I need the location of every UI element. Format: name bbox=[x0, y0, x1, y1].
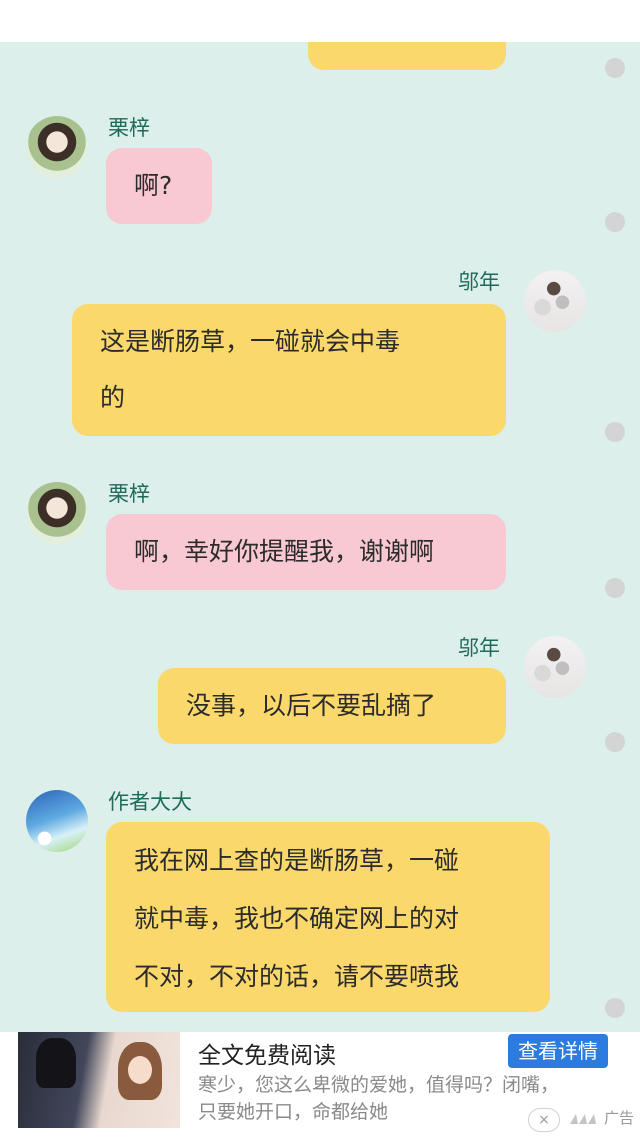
avatar[interactable] bbox=[26, 116, 88, 178]
message-bubble[interactable]: 这是断肠草，一碰就会中毒 的 bbox=[72, 304, 506, 436]
scroll-indicator bbox=[605, 212, 625, 232]
sender-name: 栗梓 bbox=[108, 482, 150, 506]
ad-description-line: 寒少，您这么卑微的爱她，值得吗？闭嘴， bbox=[198, 1074, 560, 1096]
message-bubble[interactable]: 啊，幸好你提醒我，谢谢啊 bbox=[106, 514, 506, 590]
message-text-line: 这是断肠草，一碰就会中毒 bbox=[100, 327, 401, 356]
sender-name: 作者大大 bbox=[108, 790, 192, 814]
scroll-indicator bbox=[605, 578, 625, 598]
scroll-indicator bbox=[605, 732, 625, 752]
avatar[interactable] bbox=[26, 482, 88, 544]
ad-figure-face bbox=[128, 1056, 152, 1084]
chat-area[interactable]: 栗梓 啊? 邬年 这是断肠草，一碰就会中毒 的 栗梓 啊，幸好你提醒我，谢谢啊 … bbox=[0, 42, 640, 1032]
sender-name: 邬年 bbox=[458, 270, 500, 294]
ad-banner[interactable]: 全文免费阅读 查看详情 寒少，您这么卑微的爱她，值得吗？闭嘴， 只要她开口，命都… bbox=[0, 1032, 640, 1138]
message-text-line: 就中毒，我也不确定网上的对 bbox=[134, 904, 460, 933]
ad-thumbnail[interactable] bbox=[18, 1032, 180, 1128]
ad-figure-male bbox=[36, 1038, 76, 1088]
scroll-indicator bbox=[605, 58, 625, 78]
message-text: 没事，以后不要乱摘了 bbox=[186, 691, 437, 720]
message-bubble[interactable]: 啊? bbox=[106, 148, 212, 224]
close-icon[interactable]: × bbox=[528, 1108, 560, 1132]
ad-logo-icon bbox=[568, 1110, 602, 1129]
scroll-indicator bbox=[605, 422, 625, 442]
sender-name: 栗梓 bbox=[108, 116, 150, 140]
message-text-line: 的 bbox=[100, 383, 126, 412]
avatar[interactable] bbox=[524, 270, 586, 332]
sender-name: 邬年 bbox=[458, 636, 500, 660]
message-text: 啊，幸好你提醒我，谢谢啊 bbox=[134, 537, 435, 566]
view-details-button[interactable]: 查看详情 bbox=[508, 1034, 608, 1068]
avatar[interactable] bbox=[26, 790, 88, 852]
message-text: 啊? bbox=[134, 171, 173, 200]
message-text-line: 不对，不对的话，请不要喷我 bbox=[134, 962, 460, 991]
partial-message-bubble bbox=[308, 42, 506, 70]
ad-title[interactable]: 全文免费阅读 bbox=[198, 1036, 336, 1070]
scroll-indicator bbox=[605, 998, 625, 1018]
status-area bbox=[0, 0, 640, 42]
ad-label: 广告 bbox=[604, 1109, 635, 1127]
message-text-line: 我在网上查的是断肠草，一碰 bbox=[134, 846, 460, 875]
avatar[interactable] bbox=[524, 636, 586, 698]
message-bubble[interactable]: 我在网上查的是断肠草，一碰 就中毒，我也不确定网上的对 不对，不对的话，请不要喷… bbox=[106, 822, 550, 1012]
message-bubble[interactable]: 没事，以后不要乱摘了 bbox=[158, 668, 506, 744]
